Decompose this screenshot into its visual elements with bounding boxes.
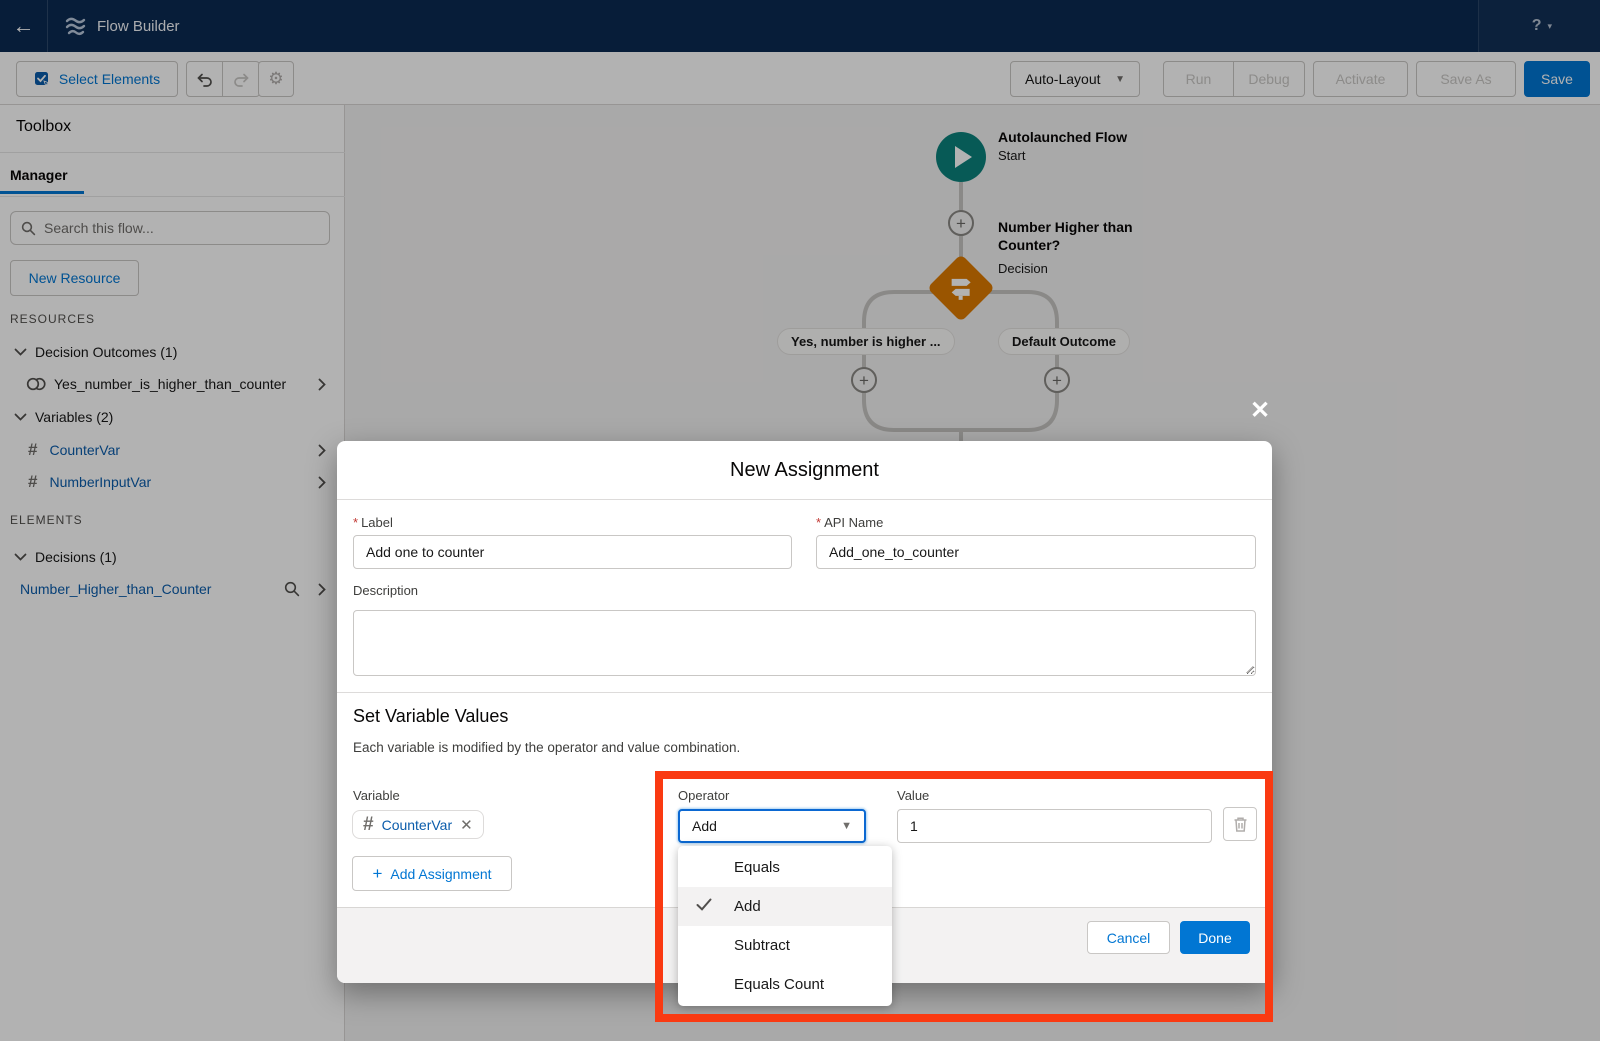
option-label: Add bbox=[734, 898, 761, 915]
option-label: Equals Count bbox=[734, 976, 824, 993]
label-input[interactable] bbox=[353, 535, 792, 569]
close-modal-button[interactable]: ✕ bbox=[1245, 395, 1275, 425]
divider bbox=[337, 692, 1272, 693]
option-label: Subtract bbox=[734, 937, 790, 954]
done-button[interactable]: Done bbox=[1180, 921, 1250, 954]
add-assignment-button[interactable]: + Add Assignment bbox=[352, 856, 512, 891]
variable-column-label: Variable bbox=[353, 788, 400, 803]
value-column-label: Value bbox=[897, 788, 929, 803]
set-variable-values-heading: Set Variable Values bbox=[353, 706, 508, 727]
api-name-field-label: *API Name bbox=[816, 515, 883, 530]
section-help-text: Each variable is modified by the operato… bbox=[353, 740, 740, 755]
operator-option-subtract[interactable]: Subtract bbox=[678, 926, 892, 965]
operator-dropdown-list: Equals Add Subtract Equals Count bbox=[678, 846, 892, 1006]
required-asterisk: * bbox=[353, 515, 358, 530]
done-label: Done bbox=[1198, 930, 1231, 946]
label-field-label: *Label bbox=[353, 515, 393, 530]
value-input[interactable] bbox=[897, 809, 1212, 843]
delete-assignment-button[interactable] bbox=[1223, 807, 1257, 841]
trash-icon bbox=[1233, 816, 1248, 833]
description-field-label: Description bbox=[353, 583, 418, 598]
api-name-text: API Name bbox=[824, 515, 883, 530]
option-label: Equals bbox=[734, 859, 780, 876]
check-icon bbox=[696, 898, 712, 911]
api-name-input[interactable] bbox=[816, 535, 1256, 569]
operator-column-label: Operator bbox=[678, 788, 729, 803]
number-variable-icon: # bbox=[363, 814, 374, 836]
plus-icon: + bbox=[372, 864, 382, 884]
cancel-label: Cancel bbox=[1107, 930, 1151, 946]
description-textarea[interactable] bbox=[353, 610, 1256, 676]
operator-option-equals[interactable]: Equals bbox=[678, 848, 892, 887]
chevron-down-icon: ▼ bbox=[841, 820, 852, 832]
operator-selected-value: Add bbox=[692, 818, 717, 834]
operator-option-add[interactable]: Add bbox=[678, 887, 892, 926]
label-text: Label bbox=[361, 515, 393, 530]
cancel-button[interactable]: Cancel bbox=[1087, 921, 1170, 954]
modal-title: New Assignment bbox=[730, 459, 879, 482]
operator-option-equals-count[interactable]: Equals Count bbox=[678, 965, 892, 1004]
add-assignment-label: Add Assignment bbox=[390, 866, 491, 882]
operator-combobox[interactable]: Add ▼ bbox=[678, 809, 866, 843]
close-icon: ✕ bbox=[1250, 396, 1270, 425]
modal-header: New Assignment bbox=[337, 441, 1272, 500]
required-asterisk: * bbox=[816, 515, 821, 530]
variable-pill-label: CounterVar bbox=[382, 817, 453, 833]
variable-pill[interactable]: # CounterVar ✕ bbox=[352, 810, 484, 839]
remove-variable-icon[interactable]: ✕ bbox=[460, 816, 473, 834]
